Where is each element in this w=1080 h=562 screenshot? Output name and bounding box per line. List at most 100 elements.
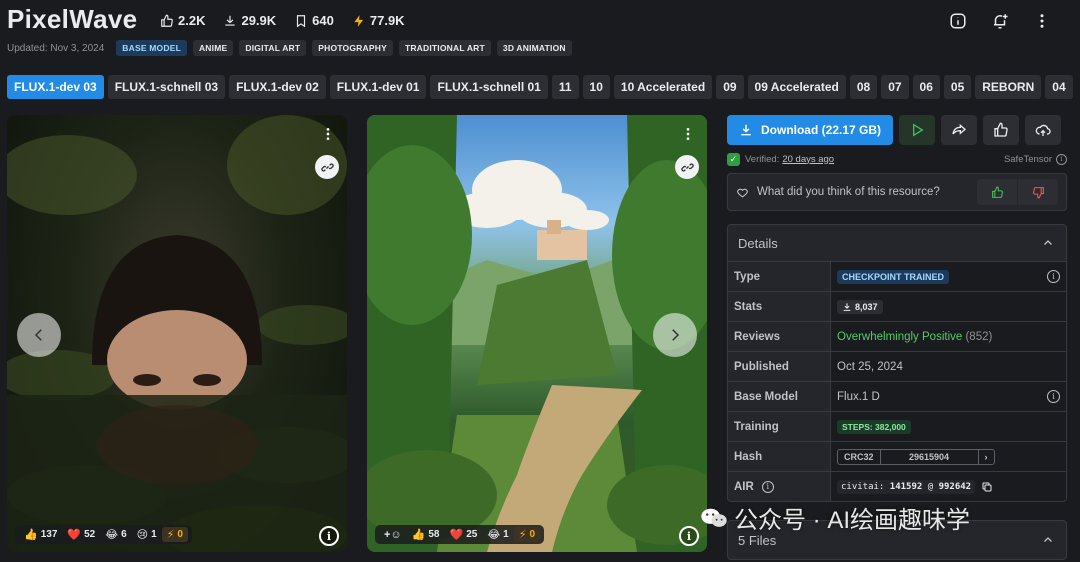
detail-row-air: AIR i civitai: 141592 @ 992642: [728, 471, 1066, 501]
version-tab-reborn[interactable]: REBORN: [975, 75, 1042, 99]
reviews-rating-link[interactable]: Overwhelmingly Positive: [837, 331, 962, 343]
thumbs-up-button[interactable]: [977, 179, 1017, 205]
thumbs-down-button[interactable]: [1018, 179, 1058, 205]
version-tab-08[interactable]: 08: [849, 75, 878, 99]
base-model-value: Flux.1 D: [837, 390, 880, 403]
badge-photography[interactable]: PHOTOGRAPHY: [312, 40, 393, 56]
reaction-cry[interactable]: 😢 1: [132, 527, 162, 542]
laugh-emoji-icon: 😂: [487, 529, 501, 541]
thumbs-up-emoji-icon: 👍: [24, 529, 38, 541]
image-menu-button[interactable]: [679, 123, 697, 145]
info-icon[interactable]: i: [1056, 153, 1067, 165]
detail-row-published: Published Oct 25, 2024: [728, 351, 1066, 381]
details-header[interactable]: Details: [728, 225, 1066, 261]
download-button[interactable]: Download (22.17 GB): [727, 115, 893, 145]
info-icon[interactable]: i: [1047, 270, 1060, 283]
reaction-buzz[interactable]: ⚡ 0: [513, 527, 541, 542]
thumbs-up-emoji-icon: 👍: [411, 529, 426, 541]
download-actions: Download (22.17 GB): [727, 115, 1067, 145]
reaction-like[interactable]: 👍 137: [19, 527, 62, 542]
reaction-heart[interactable]: ❤️ 52: [62, 527, 100, 542]
version-tab-07[interactable]: 07: [881, 75, 909, 99]
detail-key: AIR i: [728, 472, 831, 501]
add-reaction-button[interactable]: +☺: [379, 528, 407, 542]
badge-digital-art[interactable]: DIGITAL ART: [239, 40, 307, 56]
chevron-up-icon: [1044, 240, 1052, 245]
version-tab-10-accelerated[interactable]: 10 Accelerated: [613, 75, 713, 99]
gallery-image-card[interactable]: 👍 137 ❤️ 52 😂 6 😢 1 ⚡ 0 i: [7, 115, 347, 552]
image-menu-button[interactable]: [319, 123, 337, 145]
version-tab-flux1-dev-01[interactable]: FLUX.1-dev 01: [329, 75, 427, 99]
verified-label: Verified:: [745, 153, 780, 165]
version-tab-06[interactable]: 06: [912, 75, 940, 99]
reaction-laugh[interactable]: 😂 1: [482, 527, 513, 542]
version-tab-11[interactable]: 11: [551, 75, 579, 99]
reaction-laugh[interactable]: 😂 6: [100, 527, 131, 542]
kebab-menu-icon: [1040, 14, 1044, 28]
air-identifier: civitai: 141592 @ 992642: [837, 479, 976, 494]
gallery-prev-button[interactable]: [17, 313, 61, 357]
version-tab-flux1-dev-03[interactable]: FLUX.1-dev 03: [7, 75, 104, 99]
info-icon[interactable]: i: [1047, 390, 1060, 403]
info-icon: [950, 13, 966, 29]
image-reactions: 👍 137 ❤️ 52 😂 6 😢 1 ⚡ 0: [15, 525, 192, 544]
bookmarks-count: 640: [312, 13, 334, 28]
reaction-heart[interactable]: ❤️ 25: [444, 527, 482, 542]
updated-date: Updated: Nov 3, 2024: [7, 42, 105, 54]
detail-key: Stats: [728, 292, 831, 321]
remix-link-button[interactable]: [315, 155, 339, 179]
add-emoji-icon: +☺: [384, 528, 402, 541]
heart-emoji-icon: ❤️: [67, 529, 82, 541]
version-tab-flux1-schnell-03[interactable]: FLUX.1-schnell 03: [107, 75, 226, 99]
file-format-label: SafeTensor: [1003, 153, 1052, 165]
details-title: Details: [738, 235, 778, 251]
detail-key: Hash: [728, 442, 831, 471]
hash-box[interactable]: CRC32 29615904 ›: [837, 448, 995, 465]
copy-icon[interactable]: [981, 481, 993, 493]
feedback-box: What did you think of this resource?: [727, 173, 1067, 211]
chevron-left-icon: [34, 329, 42, 341]
version-tab-09-accelerated[interactable]: 09 Accelerated: [747, 75, 846, 99]
download-icon: [225, 15, 236, 26]
reviews-count: (852): [965, 330, 993, 343]
version-tab-05[interactable]: 05: [943, 75, 972, 99]
info-button[interactable]: [944, 7, 972, 35]
version-tab-09[interactable]: 09: [716, 75, 744, 99]
more-options-button[interactable]: [1028, 7, 1056, 35]
play-icon: [913, 123, 924, 137]
remix-link-button[interactable]: [675, 155, 699, 179]
reaction-like[interactable]: 👍 58: [407, 527, 445, 542]
version-tab-10[interactable]: 10: [582, 75, 610, 99]
resource-sidebar: Download (22.17 GB) ✓ Verified: 20 days …: [727, 115, 1067, 502]
info-icon[interactable]: i: [761, 480, 774, 493]
detail-row-training: Training STEPS: 382,000: [728, 411, 1066, 441]
image-info-button[interactable]: i: [319, 526, 339, 546]
gallery-next-button[interactable]: [653, 313, 697, 357]
bookmark-icon: [297, 14, 306, 27]
version-tab-04[interactable]: 04: [1045, 75, 1073, 99]
lightning-bolt-icon: [354, 14, 363, 27]
version-tab-flux1-schnell-01[interactable]: FLUX.1-schnell 01: [430, 75, 548, 99]
feedback-buttons: [977, 179, 1058, 205]
run-button[interactable]: [899, 115, 935, 145]
gallery-image-card[interactable]: +☺ 👍 58 ❤️ 25 😂 1 ⚡ 0 i: [367, 115, 707, 552]
badge-3d-animation[interactable]: 3D ANIMATION: [496, 40, 572, 56]
lightning-bolt-icon: ⚡: [166, 529, 175, 541]
version-tab-flux1-dev-02[interactable]: FLUX.1-dev 02: [229, 75, 326, 99]
badge-traditional-art[interactable]: TRADITIONAL ART: [398, 40, 491, 56]
like-button[interactable]: [983, 115, 1019, 145]
notify-button[interactable]: [986, 7, 1014, 35]
cloud-save-button[interactable]: [1025, 115, 1061, 145]
verified-date-link[interactable]: 20 days ago: [782, 154, 834, 165]
buzz-stat: 77.9K: [352, 13, 405, 28]
image-info-button[interactable]: i: [679, 526, 699, 546]
thumbs-up-icon: [994, 122, 1008, 137]
share-button[interactable]: [941, 115, 977, 145]
kebab-menu-icon: [326, 128, 330, 140]
badge-base-model[interactable]: BASE MODEL: [116, 40, 187, 56]
watermark-overlay: 公众号 · AI绘画趣味学: [700, 500, 970, 535]
hash-algorithm: CRC32: [838, 449, 881, 464]
reaction-buzz[interactable]: ⚡ 0: [161, 527, 188, 542]
badge-anime[interactable]: ANIME: [192, 40, 234, 56]
file-format: SafeTensor i: [1003, 153, 1067, 165]
